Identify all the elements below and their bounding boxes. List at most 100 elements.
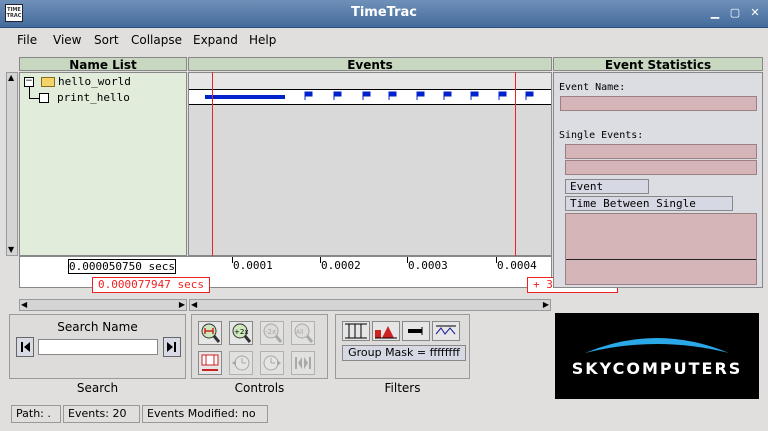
title-bar: TIME TRAC TimeTrac ▁ ▢ ✕ <box>0 0 768 28</box>
event-markers <box>304 91 534 100</box>
event-marker <box>416 91 425 100</box>
scroll-down-icon[interactable]: ▼ <box>8 246 14 254</box>
single-events-label: Single Events: <box>559 130 644 141</box>
event-marker <box>470 91 479 100</box>
time-back-button[interactable] <box>229 351 253 375</box>
tree-connector <box>29 98 39 99</box>
menu-help[interactable]: Help <box>249 33 276 47</box>
event-marks <box>205 91 534 100</box>
zoom-in-button[interactable]: +2x <box>229 321 253 345</box>
svg-text:All: All <box>296 329 304 336</box>
zoom-all-button[interactable]: All <box>291 321 315 345</box>
status-events: Events: 20 <box>63 405 140 423</box>
transition-icon <box>435 325 456 335</box>
sky-computers-logo: SKYCOMPUTERS <box>555 313 759 399</box>
axis-tick-label: 0.0004 <box>497 259 537 272</box>
search-next-button[interactable] <box>163 337 181 357</box>
event-marker <box>443 91 452 100</box>
menu-file[interactable]: File <box>17 33 37 47</box>
event-name-label: Event Name: <box>559 82 626 93</box>
start-time-box: 0.000050750 secs <box>68 259 176 274</box>
filters-group-label: Filters <box>384 381 421 395</box>
leaf-box-icon <box>39 93 49 103</box>
event-name-field[interactable] <box>560 96 757 111</box>
event-values-button[interactable]: Event Values <box>565 179 649 207</box>
filter-values-button[interactable] <box>372 321 400 341</box>
zoom-out-icon: -2x <box>263 323 283 343</box>
status-events-modified: Events Modified: no <box>142 405 268 423</box>
vertical-scrollbar[interactable]: ▲ ▼ <box>6 72 18 256</box>
status-bar: Path: . Events: 20 Events Modified: no <box>6 403 762 425</box>
group-mask-button[interactable]: Group Mask = ffffffff <box>342 345 466 361</box>
zoom-fit-button[interactable] <box>198 321 222 345</box>
step-buttons[interactable] <box>291 351 315 375</box>
vertical-bars-icon <box>345 323 367 339</box>
event-marker <box>362 91 371 100</box>
scroll-right-icon[interactable]: ▶ <box>543 300 549 310</box>
interval-icon <box>408 327 423 335</box>
clock-forward-icon <box>263 355 281 371</box>
plot-baseline <box>566 259 756 260</box>
filter-intervals-button[interactable] <box>402 321 430 341</box>
close-icon[interactable]: ✕ <box>747 5 763 21</box>
search-prev-button[interactable] <box>16 337 34 357</box>
cursor-line-right[interactable] <box>515 72 516 279</box>
event-marker <box>333 91 342 100</box>
menu-view[interactable]: View <box>53 33 81 47</box>
zoom-range-icon <box>201 323 221 343</box>
search-group-label: Search <box>76 381 119 395</box>
clock-back-icon <box>232 355 250 371</box>
marker-button[interactable] <box>198 351 222 375</box>
statistics-plot-area <box>565 213 757 285</box>
status-path: Path: . <box>11 405 61 423</box>
controls-group-label: Controls <box>234 381 285 395</box>
tree-item-print-hello[interactable]: print_hello <box>57 91 130 104</box>
logo-arc-icon <box>585 338 729 353</box>
skip-forward-icon <box>167 342 176 352</box>
maximize-icon[interactable]: ▢ <box>727 5 743 21</box>
scroll-up-icon[interactable]: ▲ <box>8 74 14 82</box>
zoom-in-icon: +2x <box>232 323 252 343</box>
search-name-title: Search Name <box>57 320 138 334</box>
single-events-field-1[interactable] <box>565 144 757 159</box>
collapse-toggle-icon[interactable]: − <box>24 77 34 87</box>
single-events-field-2[interactable] <box>565 160 757 175</box>
window-title: TimeTrac <box>350 5 417 20</box>
menu-sort[interactable]: Sort <box>94 33 119 47</box>
filters-group: Group Mask = ffffffff <box>335 314 470 379</box>
axis-tick-label: 0.0002 <box>321 259 361 272</box>
filter-transitions-button[interactable] <box>432 321 460 341</box>
event-marker <box>304 91 313 100</box>
name-list-header: Name List <box>19 57 187 72</box>
step-arrows-icon <box>295 357 311 369</box>
scroll-left-icon[interactable]: ◀ <box>21 300 27 310</box>
event-marker <box>525 91 534 100</box>
events-hscrollbar[interactable]: ◀ ▶ <box>189 299 551 311</box>
time-forward-button[interactable] <box>260 351 284 375</box>
filter-bars-button[interactable] <box>342 321 370 341</box>
minimize-icon[interactable]: ▁ <box>707 5 723 21</box>
scroll-right-icon[interactable]: ▶ <box>179 300 185 310</box>
svg-text:+2x: +2x <box>234 328 248 336</box>
axis-tick-label: 0.0003 <box>408 259 448 272</box>
name-list-hscrollbar[interactable]: ◀ ▶ <box>19 299 187 311</box>
value-chart-icon <box>375 326 397 339</box>
folder-icon <box>41 77 55 87</box>
search-input[interactable] <box>38 339 158 355</box>
zoom-out-button[interactable]: -2x <box>260 321 284 345</box>
controls-group: +2x -2x All <box>191 314 328 379</box>
tree-item-hello-world[interactable]: hello_world <box>58 75 131 88</box>
event-marker <box>388 91 397 100</box>
menu-expand[interactable]: Expand <box>193 33 238 47</box>
axis-tick-label: 0.0001 <box>233 259 273 272</box>
scroll-left-icon[interactable]: ◀ <box>191 300 197 310</box>
time-between-single-events-button[interactable]: Time Between Single Events <box>565 196 733 224</box>
marker-range-icon <box>201 354 219 371</box>
menu-collapse[interactable]: Collapse <box>131 33 182 47</box>
menu-bar: File View Sort Collapse Expand Help <box>7 30 761 54</box>
events-header: Events <box>188 57 552 72</box>
events-timeline[interactable] <box>188 72 552 256</box>
cursor-time-box: 0.000077947 secs <box>92 277 210 293</box>
skip-back-icon <box>21 342 30 352</box>
cursor-line-left[interactable] <box>212 72 213 279</box>
